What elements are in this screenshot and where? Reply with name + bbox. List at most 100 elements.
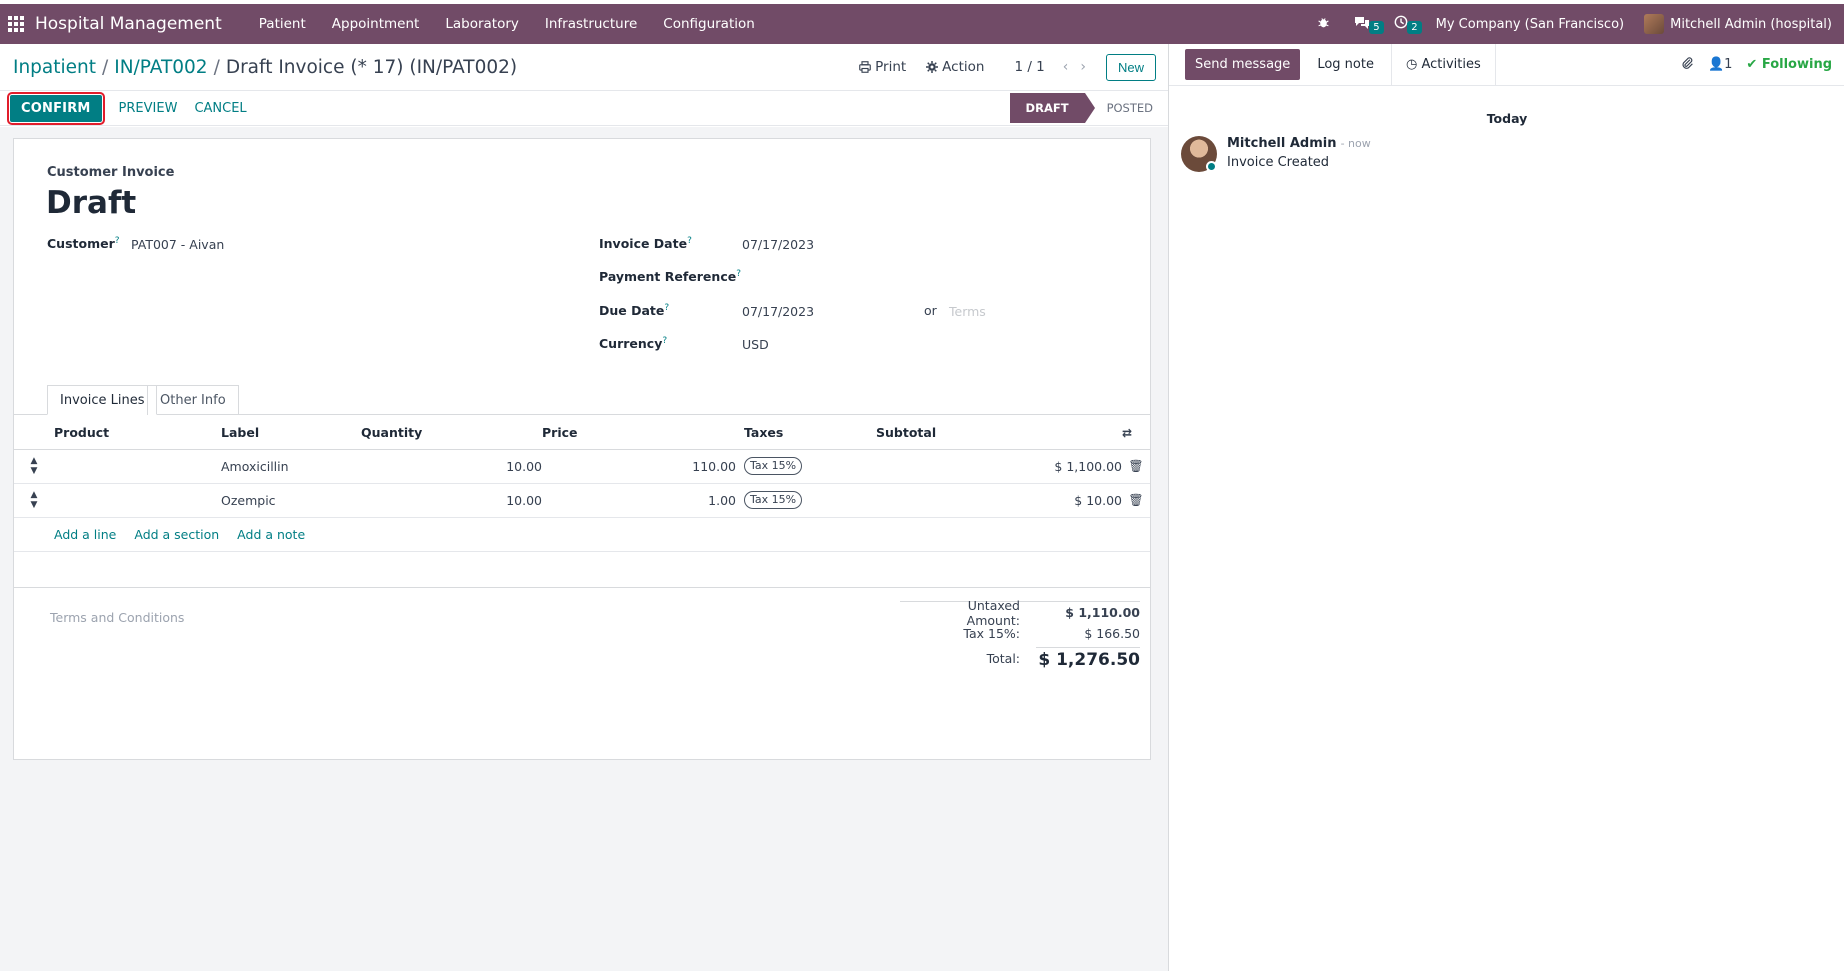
message-time: - now [1340, 137, 1371, 150]
activities-button[interactable]: ◷ Activities [1390, 43, 1496, 86]
navbar-systray: 5 2 My Company (San Francisco) Mitchell … [1305, 4, 1844, 44]
breadcrumb-current: Draft Invoice (* 17) (IN/PAT002) [225, 56, 518, 78]
cell-price[interactable]: 110.00 [542, 449, 736, 484]
activities-label: Activities [1421, 56, 1481, 72]
menu-patient[interactable]: Patient [246, 4, 319, 44]
cell-label[interactable]: Amoxicillin [221, 449, 361, 484]
bug-icon[interactable] [1305, 16, 1342, 33]
tab-other-info[interactable]: Other Info [147, 385, 239, 415]
send-message-button[interactable]: Send message [1185, 49, 1301, 80]
currency-field[interactable]: USD [742, 337, 769, 352]
cell-product[interactable] [54, 483, 221, 518]
chevron-left-icon[interactable]: ‹ [1063, 59, 1069, 75]
following-button[interactable]: ✔ Following [1746, 57, 1832, 72]
log-note-button[interactable]: Log note [1300, 57, 1391, 72]
messages-icon[interactable]: 5 [1342, 15, 1384, 34]
invoice-lines-table: Product Label Quantity Price Taxes Subto… [14, 417, 1150, 552]
currency-label: Currency? [599, 336, 668, 352]
confirm-button[interactable]: CONFIRM [7, 91, 105, 125]
cell-taxes[interactable]: Tax 15% [736, 483, 876, 518]
footer-divider [14, 587, 1150, 588]
check-icon: ✔ [1746, 57, 1758, 72]
breadcrumb-record[interactable]: IN/PAT002 [114, 57, 207, 78]
drag-handle-icon[interactable]: ▲ ▼ [14, 449, 54, 484]
message-author[interactable]: Mitchell Admin [1227, 136, 1336, 151]
following-label: Following [1761, 57, 1832, 72]
trash-icon[interactable]: 🗑 [1122, 449, 1150, 484]
payment-terms-field[interactable]: Terms [949, 304, 986, 319]
column-taxes[interactable]: Taxes [736, 417, 876, 450]
cell-quantity[interactable]: 10.00 [361, 483, 542, 518]
menu-appointment[interactable]: Appointment [319, 4, 433, 44]
terms-and-conditions-field[interactable]: Terms and Conditions [50, 610, 184, 625]
menu-configuration[interactable]: Configuration [650, 4, 768, 44]
control-actions: Print Action 1 / 1 ‹ › New [849, 53, 1156, 81]
add-note-link[interactable]: Add a note [237, 527, 305, 542]
untaxed-amount: $ 1,110.00 [1065, 605, 1140, 620]
app-brand[interactable]: Hospital Management [35, 14, 222, 34]
stage-posted[interactable]: POSTED [1085, 101, 1153, 115]
untaxed-label: Untaxed Amount: [966, 597, 1020, 628]
help-tooltip-icon[interactable]: ? [736, 269, 741, 279]
total-row: Total: $ 1,276.50 [900, 644, 1140, 672]
online-status-icon [1206, 161, 1217, 172]
breadcrumb-separator: / [102, 56, 109, 78]
cell-product[interactable] [54, 449, 221, 484]
action-button[interactable]: Action [926, 59, 984, 75]
print-button[interactable]: Print [859, 59, 906, 75]
paperclip-icon[interactable] [1681, 56, 1694, 74]
add-line-link[interactable]: Add a line [54, 527, 116, 542]
invoice-date-field[interactable]: 07/17/2023 [742, 237, 814, 252]
cell-quantity[interactable]: 10.00 [361, 449, 542, 484]
help-tooltip-icon[interactable]: ? [662, 336, 667, 346]
sliders-icon[interactable]: ⇄ [1122, 426, 1132, 440]
cell-label[interactable]: Ozempic [221, 483, 361, 518]
help-tooltip-icon[interactable]: ? [687, 236, 692, 246]
company-switcher[interactable]: My Company (San Francisco) [1436, 17, 1624, 32]
action-label: Action [942, 59, 985, 75]
table-row[interactable]: ▲ ▼ Ozempic 10.00 1.00 Tax 15% $ 10.00 🗑 [14, 483, 1150, 518]
cell-price[interactable]: 1.00 [542, 483, 736, 518]
payment-reference-label: Payment Reference? [599, 269, 741, 285]
column-subtotal[interactable]: Subtotal [876, 417, 1122, 450]
user-menu[interactable]: Mitchell Admin (hospital) [1644, 14, 1832, 34]
menu-infrastructure[interactable]: Infrastructure [532, 4, 650, 44]
new-button[interactable]: New [1105, 53, 1156, 81]
pager-value[interactable]: 1 / 1 [1014, 59, 1044, 75]
tax-row: Tax 15%: $ 166.50 [900, 623, 1140, 644]
column-quantity[interactable]: Quantity [361, 417, 542, 450]
author-avatar[interactable] [1181, 136, 1217, 172]
column-product[interactable]: Product [54, 417, 221, 450]
followers-button[interactable]: 👤1 [1708, 57, 1732, 72]
top-navbar: Hospital Management Patient Appointment … [0, 4, 1844, 44]
menu-laboratory[interactable]: Laboratory [432, 4, 532, 44]
stage-draft[interactable]: DRAFT [1009, 93, 1095, 123]
apps-menu-icon[interactable] [0, 4, 32, 44]
user-name: Mitchell Admin (hospital) [1670, 16, 1832, 32]
drag-handle-icon[interactable]: ▲ ▼ [14, 483, 54, 518]
main-menu: Patient Appointment Laboratory Infrastru… [246, 4, 768, 44]
chatter-topbar: Send message Log note ◷ Activities 👤1 ✔ … [1169, 43, 1844, 86]
payment-reference-field[interactable] [742, 269, 942, 285]
totals-summary: Untaxed Amount: $ 1,110.00 Tax 15%: $ 16… [900, 597, 1140, 672]
cancel-button[interactable]: CANCEL [194, 101, 246, 116]
column-label[interactable]: Label [221, 417, 361, 450]
due-date-field[interactable]: 07/17/2023 [742, 304, 814, 319]
trash-icon[interactable]: 🗑 [1122, 483, 1150, 518]
add-section-link[interactable]: Add a section [134, 527, 219, 542]
chatter-message: Mitchell Admin - now Invoice Created [1181, 136, 1371, 172]
tax-amount: $ 166.50 [1084, 626, 1140, 641]
customer-field[interactable]: PAT007 - Aivan [131, 237, 224, 252]
breadcrumb-inpatient[interactable]: Inpatient [13, 57, 96, 78]
table-row[interactable]: ▲ ▼ Amoxicillin 10.00 110.00 Tax 15% $ 1,… [14, 449, 1150, 484]
activities-clock-icon[interactable]: 2 [1382, 15, 1422, 34]
preview-button[interactable]: PREVIEW [119, 101, 178, 116]
help-tooltip-icon[interactable]: ? [664, 303, 669, 313]
help-tooltip-icon[interactable]: ? [115, 236, 120, 246]
chevron-right-icon[interactable]: › [1080, 59, 1086, 75]
followers-count: 1 [1724, 57, 1733, 72]
column-settings[interactable]: ⇄ [1122, 417, 1150, 450]
tab-invoice-lines[interactable]: Invoice Lines [47, 385, 158, 415]
column-price[interactable]: Price [542, 417, 736, 450]
cell-taxes[interactable]: Tax 15% [736, 449, 876, 484]
